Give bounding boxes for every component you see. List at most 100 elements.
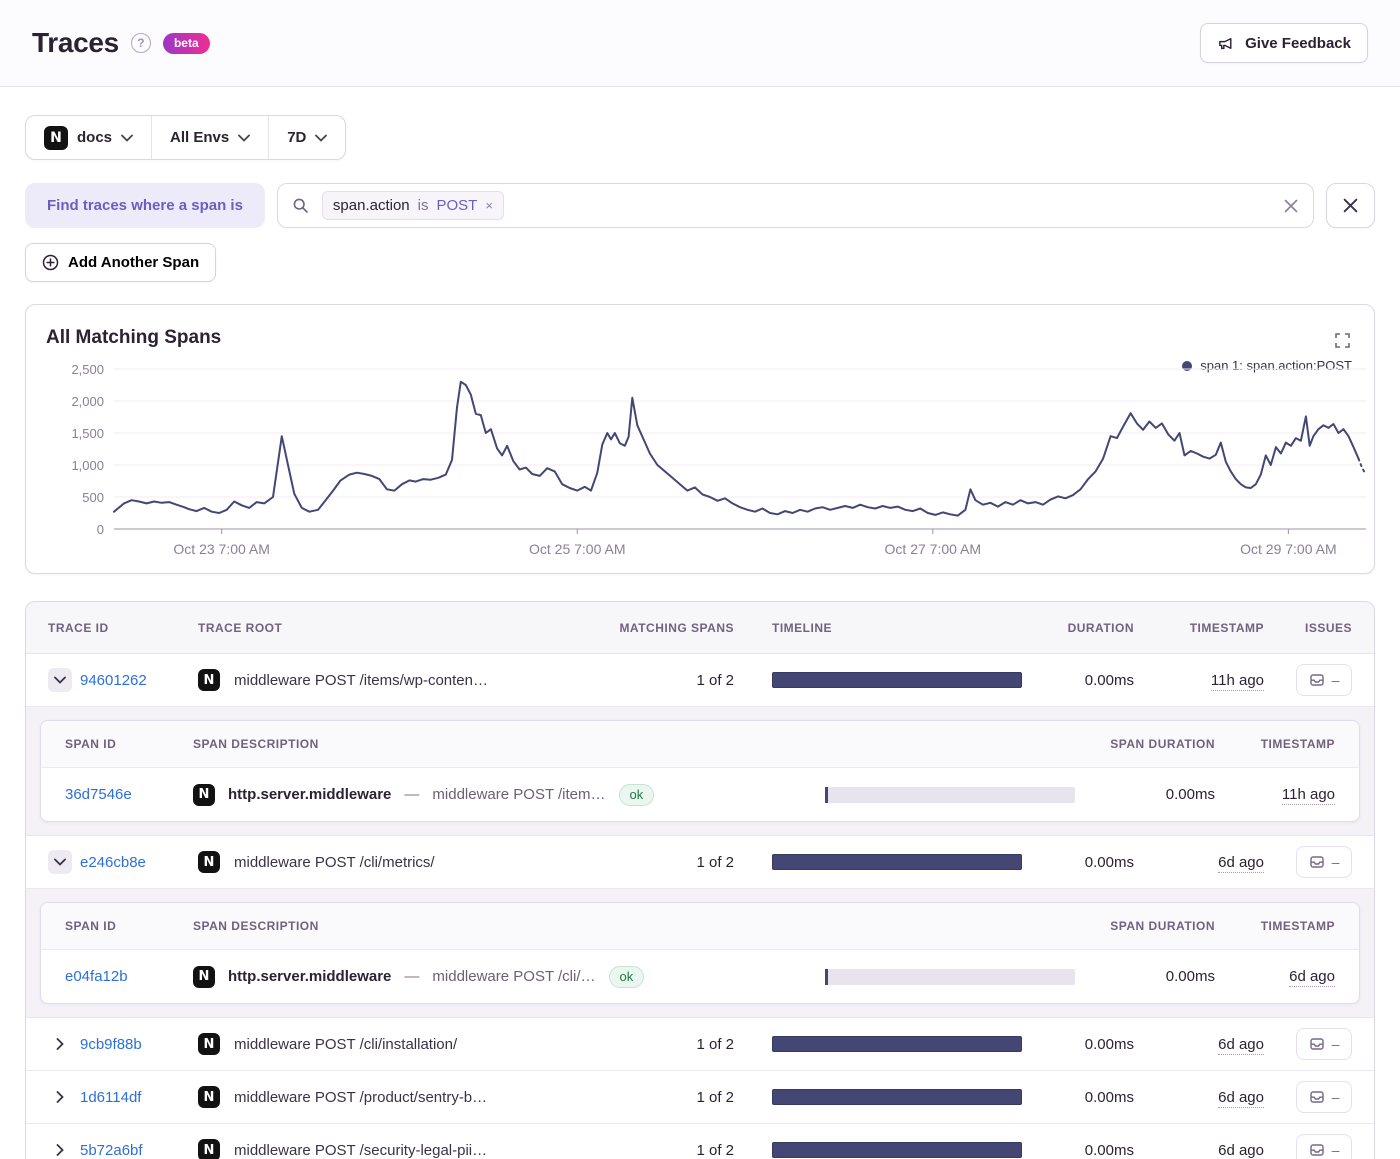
nextjs-logo-icon: N [44, 126, 68, 150]
svg-text:1,500: 1,500 [71, 426, 104, 441]
span-description: middleware POST /item… [432, 786, 605, 803]
span-row[interactable]: e04fa12b N http.server.middleware — midd… [41, 950, 1359, 1003]
col-trace-id: TRACE ID [48, 621, 198, 635]
duration-value: 0.00ms [1024, 1142, 1134, 1159]
svg-text:1,000: 1,000 [71, 458, 104, 473]
svg-text:Oct 29 7:00 AM: Oct 29 7:00 AM [1240, 541, 1337, 557]
timeline-bar[interactable] [772, 854, 1022, 870]
period-filter-label: 7D [287, 129, 306, 146]
duration-value: 0.00ms [1024, 1036, 1134, 1053]
chevron-right-icon [56, 1144, 64, 1156]
expand-row-button[interactable] [48, 1138, 72, 1159]
issues-button[interactable]: – [1296, 1028, 1352, 1060]
expand-row-button[interactable] [48, 1032, 72, 1056]
collapse-row-button[interactable] [48, 850, 72, 874]
nextjs-logo-icon: N [198, 669, 220, 691]
issues-count: – [1332, 1142, 1340, 1158]
environment-filter[interactable]: All Envs [151, 116, 268, 159]
span-table-header: SPAN ID SPAN DESCRIPTION SPAN DURATION T… [41, 903, 1359, 950]
collapse-row-button[interactable] [48, 668, 72, 692]
plus-circle-icon [42, 254, 59, 271]
expanded-spans-section: SPAN ID SPAN DESCRIPTION SPAN DURATION T… [26, 707, 1374, 836]
svg-text:Oct 27 7:00 AM: Oct 27 7:00 AM [885, 541, 982, 557]
span-timeline-bar[interactable] [825, 969, 1075, 985]
issues-button[interactable]: – [1296, 1081, 1352, 1113]
col-span-description: SPAN DESCRIPTION [193, 919, 807, 933]
timestamp-value[interactable]: 6d ago [1218, 1036, 1264, 1055]
timestamp-value[interactable]: 6d ago [1218, 854, 1264, 873]
col-duration: DURATION [1024, 621, 1134, 635]
timestamp-value[interactable]: 11h ago [1211, 672, 1264, 691]
span-row[interactable]: 36d7546e N http.server.middleware — midd… [41, 768, 1359, 821]
span-id-link[interactable]: e04fa12b [65, 968, 128, 985]
help-icon[interactable]: ? [131, 33, 151, 53]
timeline-bar[interactable] [772, 1142, 1022, 1158]
nextjs-logo-icon: N [198, 851, 220, 873]
issues-button[interactable]: – [1296, 846, 1352, 878]
issues-count: – [1332, 1036, 1340, 1052]
expanded-spans-section: SPAN ID SPAN DESCRIPTION SPAN DURATION T… [26, 889, 1374, 1018]
beta-badge: beta [163, 33, 210, 54]
project-filter[interactable]: N docs [26, 116, 151, 159]
trace-id-link[interactable]: 94601262 [80, 672, 147, 689]
project-filter-label: docs [77, 129, 112, 146]
table-row[interactable]: 9cb9f88b N middleware POST /cli/installa… [26, 1018, 1374, 1071]
timestamp-value[interactable]: 6d ago [1218, 1142, 1264, 1159]
timestamp-value[interactable]: 6d ago [1218, 1089, 1264, 1108]
span-op: http.server.middleware [228, 786, 391, 803]
expand-row-button[interactable] [48, 1085, 72, 1109]
megaphone-icon [1217, 34, 1236, 53]
span-timestamp-value[interactable]: 6d ago [1289, 968, 1335, 987]
span-status-badge: ok [619, 784, 655, 806]
nextjs-logo-icon: N [193, 966, 215, 988]
trace-root-text: middleware POST /product/sentry-b… [234, 1089, 487, 1106]
issues-count: – [1332, 1089, 1340, 1105]
table-row[interactable]: 94601262 N middleware POST /items/wp-con… [26, 654, 1374, 707]
issues-button[interactable]: – [1296, 664, 1352, 696]
span-status-badge: ok [609, 966, 645, 988]
timeline-bar[interactable] [772, 1036, 1022, 1052]
spans-line-chart[interactable]: 05001,0001,5002,0002,500Oct 23 7:00 AMOc… [36, 357, 1386, 569]
trace-id-link[interactable]: 9cb9f88b [80, 1036, 142, 1053]
span-id-link[interactable]: 36d7546e [65, 786, 132, 803]
issues-button[interactable]: – [1296, 1134, 1352, 1159]
chart-title: All Matching Spans [46, 327, 221, 349]
nextjs-logo-icon: N [198, 1086, 220, 1108]
chevron-down-icon [54, 858, 66, 866]
trace-table: TRACE ID TRACE ROOT MATCHING SPANS TIMEL… [25, 601, 1375, 1159]
span-timeline-bar[interactable] [825, 787, 1075, 803]
chevron-right-icon [56, 1038, 64, 1050]
trace-id-link[interactable]: 5b72a6bf [80, 1142, 143, 1159]
col-span-description: SPAN DESCRIPTION [193, 737, 807, 751]
table-row[interactable]: 5b72a6bf N middleware POST /security-leg… [26, 1124, 1374, 1159]
matching-spans-value: 1 of 2 [604, 854, 734, 871]
trace-id-link[interactable]: e246cb8e [80, 854, 146, 871]
add-another-span-button[interactable]: Add Another Span [25, 243, 216, 282]
trace-id-link[interactable]: 1d6114df [80, 1089, 141, 1106]
trace-root-text: middleware POST /security-legal-pii… [234, 1142, 487, 1159]
table-row[interactable]: 1d6114df N middleware POST /product/sent… [26, 1071, 1374, 1124]
search-clear-icon[interactable] [1283, 198, 1299, 214]
issues-count: – [1332, 672, 1340, 688]
span-timestamp-value[interactable]: 11h ago [1282, 786, 1335, 805]
span-search-input[interactable]: span.action is POST × [277, 183, 1314, 228]
span-duration-value: 0.00ms [1075, 786, 1215, 803]
table-row[interactable]: e246cb8e N middleware POST /cli/metrics/… [26, 836, 1374, 889]
span-table-header: SPAN ID SPAN DESCRIPTION SPAN DURATION T… [41, 721, 1359, 768]
col-matching-spans: MATCHING SPANS [604, 621, 734, 635]
all-matching-spans-panel: All Matching Spans span 1: span.action:P… [25, 304, 1375, 574]
token-remove-icon[interactable]: × [485, 198, 493, 213]
give-feedback-button[interactable]: Give Feedback [1200, 23, 1368, 63]
period-filter[interactable]: 7D [268, 116, 345, 159]
remove-span-filter-button[interactable] [1326, 183, 1375, 228]
chevron-down-icon [238, 134, 250, 142]
filter-bar: N docs All Envs 7D [25, 115, 346, 160]
timeline-bar[interactable] [772, 1089, 1022, 1105]
search-icon [292, 197, 309, 214]
find-traces-label: Find traces where a span is [25, 183, 265, 228]
search-token[interactable]: span.action is POST × [322, 191, 504, 220]
matching-spans-value: 1 of 2 [604, 1089, 734, 1106]
timeline-bar[interactable] [772, 672, 1022, 688]
matching-spans-value: 1 of 2 [604, 1036, 734, 1053]
fullscreen-icon[interactable] [1335, 333, 1350, 348]
